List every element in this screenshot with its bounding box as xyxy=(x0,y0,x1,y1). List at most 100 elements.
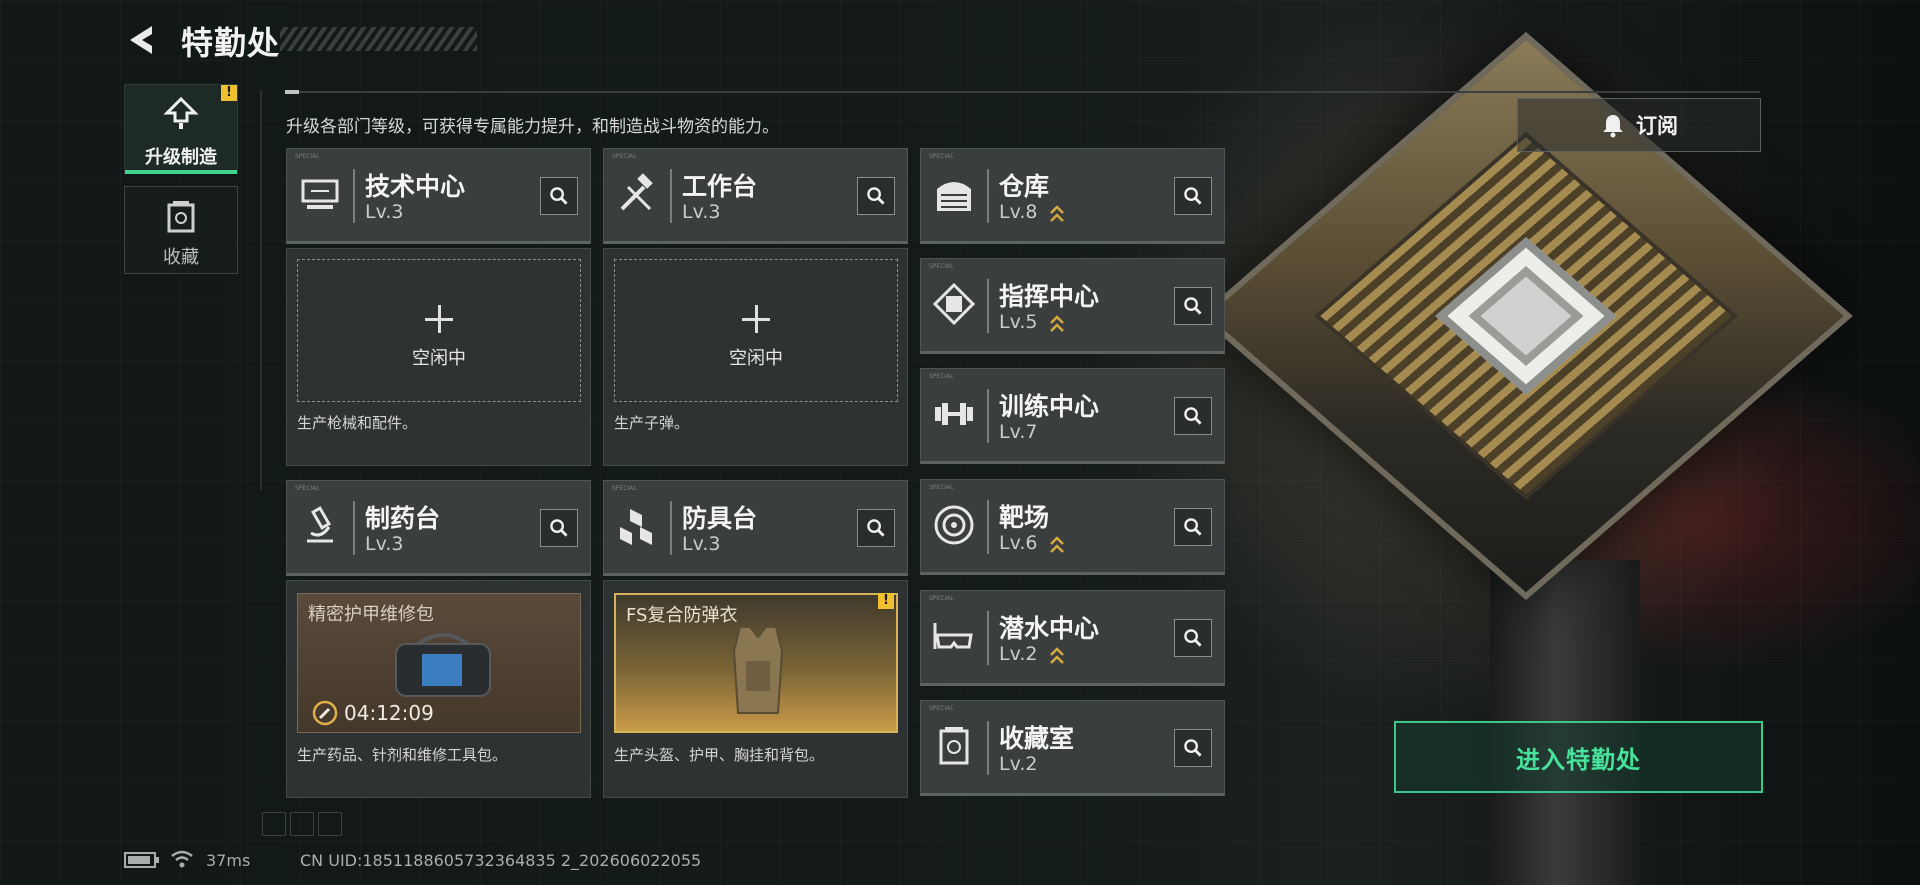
wifi-icon xyxy=(171,850,193,868)
chip-icon xyxy=(932,282,976,326)
item-name: FS复合防弹衣 xyxy=(626,605,738,626)
production-timer: 04:12:09 xyxy=(312,700,434,726)
department-name: 潜水中心 xyxy=(999,614,1100,643)
department-card-warehouse[interactable]: SPECIAL 仓库 Lv.8 xyxy=(920,148,1225,244)
department-name: 收藏室 xyxy=(999,724,1075,753)
upgrade-arrow-icon xyxy=(1050,647,1064,664)
workbench-production-panel: 空闲中 生产子弹。 xyxy=(603,248,908,466)
plus-icon xyxy=(742,305,770,333)
department-card-training-center[interactable]: SPECIAL 训练中心 Lv.7 xyxy=(920,368,1225,464)
collection-icon xyxy=(167,201,195,233)
department-level: Lv.3 xyxy=(682,533,721,555)
idle-slot[interactable]: 空闲中 xyxy=(297,259,581,402)
department-level: Lv.5 xyxy=(999,311,1038,333)
production-item-slot[interactable]: 精密护甲维修包 04:12:09 xyxy=(297,593,581,733)
magnifier-icon xyxy=(867,519,885,537)
target-icon xyxy=(934,505,974,545)
search-button[interactable] xyxy=(857,509,895,547)
search-button[interactable] xyxy=(1174,508,1212,546)
department-name: 技术中心 xyxy=(365,172,466,201)
department-card-collection-room[interactable]: SPECIAL 收藏室 Lv.2 xyxy=(920,700,1225,796)
magnifier-icon xyxy=(1184,739,1202,757)
enter-special-services-button[interactable]: 进入特勤处 xyxy=(1394,721,1763,793)
nav-label: 收藏 xyxy=(163,247,199,268)
department-name: 训练中心 xyxy=(999,392,1100,421)
collection-case-icon xyxy=(939,727,969,765)
subscribe-button[interactable]: 订阅 xyxy=(1517,98,1761,152)
department-card-armor-bench[interactable]: SPECIAL 防具台 Lv.3 xyxy=(603,480,908,576)
department-level: Lv.3 xyxy=(682,201,721,223)
nav-item-collection[interactable]: 收藏 xyxy=(124,186,238,274)
back-arrow-icon[interactable] xyxy=(124,22,160,58)
search-button[interactable] xyxy=(1174,177,1212,215)
tech-center-icon xyxy=(301,179,339,209)
pharmacy-production-panel: 精密护甲维修包 04:12:09 生产药品、针剂和维修工具包。 xyxy=(286,580,591,798)
bell-icon xyxy=(1603,115,1623,138)
search-button[interactable] xyxy=(1174,729,1212,767)
department-name: 制药台 xyxy=(365,504,441,533)
battery-icon xyxy=(124,852,159,868)
header-divider xyxy=(285,90,1760,94)
department-name: 工作台 xyxy=(682,172,758,201)
department-card-pharmacy[interactable]: SPECIAL 制药台 Lv.3 xyxy=(286,480,591,576)
wrench-timer-icon xyxy=(312,700,338,726)
item-warning-badge: ! xyxy=(878,593,894,609)
upgrade-icon xyxy=(163,97,199,129)
magnifier-icon xyxy=(550,187,568,205)
department-card-command-center[interactable]: SPECIAL 指挥中心 Lv.5 xyxy=(920,258,1225,354)
department-level: Lv.2 xyxy=(999,643,1038,665)
department-name: 仓库 xyxy=(999,172,1050,201)
search-button[interactable] xyxy=(1174,619,1212,657)
enter-label: 进入特勤处 xyxy=(1516,745,1641,774)
magnifier-icon xyxy=(1184,518,1202,536)
magnifier-icon xyxy=(867,187,885,205)
upgrade-arrow-icon xyxy=(1050,315,1064,332)
idle-slot[interactable]: 空闲中 xyxy=(614,259,898,402)
department-name: 指挥中心 xyxy=(999,282,1100,311)
department-level: Lv.8 xyxy=(999,201,1038,223)
search-button[interactable] xyxy=(1174,397,1212,435)
department-level: Lv.7 xyxy=(999,421,1038,443)
dumbbell-icon xyxy=(935,403,973,425)
search-button[interactable] xyxy=(857,177,895,215)
page-subtitle: 升级各部门等级，可获得专属能力提升，和制造战斗物资的能力。 xyxy=(286,117,779,137)
department-card-range[interactable]: SPECIAL 靶场 Lv.6 xyxy=(920,479,1225,575)
department-level: Lv.3 xyxy=(365,533,404,555)
upgrade-arrow-icon xyxy=(1050,536,1064,553)
corner-decoration xyxy=(262,812,342,836)
search-button[interactable] xyxy=(1174,287,1212,325)
magnifier-icon xyxy=(1184,187,1202,205)
idle-label: 空闲中 xyxy=(412,348,466,369)
department-description: 生产药品、针剂和维修工具包。 xyxy=(297,746,508,764)
department-description: 生产枪械和配件。 xyxy=(297,414,418,432)
tools-icon xyxy=(620,173,653,211)
page-title: 特勤处 xyxy=(181,24,281,62)
department-card-diving-center[interactable]: SPECIAL 潜水中心 Lv.2 xyxy=(920,590,1225,686)
armor-bench-production-panel: FS复合防弹衣 ! 生产头盔、护甲、胸挂和背包。 xyxy=(603,580,908,798)
search-button[interactable] xyxy=(540,177,578,215)
ping-text: 37ms xyxy=(206,851,251,870)
magnifier-icon xyxy=(1184,297,1202,315)
nav-item-upgrade-manufacture[interactable]: 升级制造 ! xyxy=(124,84,238,174)
nav-warning-badge: ! xyxy=(221,85,237,101)
tech-center-production-panel: 空闲中 生产枪械和配件。 xyxy=(286,248,591,466)
department-card-workbench[interactable]: SPECIAL 工作台 Lv.3 xyxy=(603,148,908,244)
department-name: 防具台 xyxy=(682,504,758,533)
production-item-slot[interactable]: FS复合防弹衣 ! xyxy=(614,593,898,733)
department-level: Lv.2 xyxy=(999,753,1038,775)
plus-icon xyxy=(425,305,453,333)
search-button[interactable] xyxy=(540,509,578,547)
nav-divider xyxy=(260,90,262,490)
department-card-tech-center[interactable]: SPECIAL 技术中心 Lv.3 xyxy=(286,148,591,244)
title-stripe-decoration xyxy=(280,27,477,51)
department-description: 生产子弹。 xyxy=(614,414,690,432)
upgrade-arrow-icon xyxy=(1050,205,1064,222)
nav-label: 升级制造 xyxy=(145,147,217,168)
uid-text: CN UID:1851188605732364835 2_20260602205… xyxy=(300,851,702,870)
department-level: Lv.3 xyxy=(365,201,404,223)
diving-mask-icon xyxy=(933,623,973,649)
department-description: 生产头盔、护甲、胸挂和背包。 xyxy=(614,746,825,764)
magnifier-icon xyxy=(1184,407,1202,425)
body-armor-image xyxy=(732,626,784,714)
timer-text: 04:12:09 xyxy=(344,701,434,725)
